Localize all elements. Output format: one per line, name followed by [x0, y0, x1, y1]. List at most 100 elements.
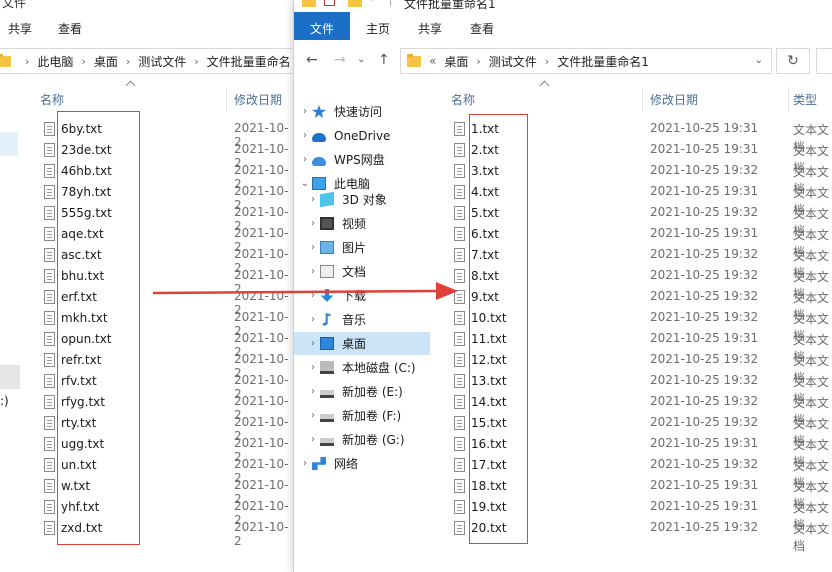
sidebar-item[interactable]: › 视频 [294, 212, 430, 235]
sidebar-item[interactable]: › 新加卷 (G:) [294, 428, 430, 451]
left-tab-view[interactable]: 查看 [50, 16, 90, 40]
chevron-right-icon[interactable]: › [298, 106, 312, 117]
breadcrumb-overflow[interactable]: « [429, 54, 436, 68]
text-file-icon [454, 184, 465, 199]
new-folder-icon[interactable] [348, 0, 362, 7]
sidebar-item[interactable]: › 音乐 [294, 308, 430, 331]
text-file-icon [44, 289, 55, 304]
tab-share[interactable]: 共享 [406, 12, 454, 40]
text-file-icon [454, 352, 465, 367]
sidebar-item[interactable]: › 网络 [294, 452, 430, 475]
chevron-right-icon[interactable]: › [306, 218, 320, 229]
recent-locations-icon[interactable]: ⌄ [357, 54, 365, 65]
text-file-icon [44, 394, 55, 409]
sidebar-item-label: OneDrive [334, 128, 391, 143]
tab-view[interactable]: 查看 [458, 12, 506, 40]
file-date: 2021-10-25 19:32 [650, 205, 759, 219]
text-file-icon [454, 268, 465, 283]
address-dropdown-icon[interactable]: ⌄ [755, 55, 763, 66]
file-type: 文本文档 [793, 522, 830, 553]
chevron-right-icon[interactable]: › [306, 338, 320, 349]
sidebar-item-label: 网络 [334, 457, 359, 471]
sidebar-item[interactable]: › 本地磁盘 (C:) [294, 356, 430, 379]
sidebar-item[interactable]: › 下载 [294, 284, 430, 307]
left-column-name[interactable]: 名称 [40, 91, 64, 108]
text-file-icon [44, 520, 55, 535]
left-breadcrumb-test-files[interactable]: 测试文件 [138, 53, 186, 70]
sidebar-item[interactable]: › WPS网盘 [294, 148, 430, 171]
sidebar-item[interactable]: › 桌面 [294, 332, 430, 355]
sidebar-item-label: 新加卷 (E:) [342, 385, 403, 399]
left-highlight-box [57, 111, 140, 545]
back-arrow-icon[interactable]: ← [306, 52, 318, 68]
chevron-right-icon[interactable]: › [306, 362, 320, 373]
left-breadcrumb-desktop[interactable]: 桌面 [94, 53, 118, 70]
chevron-right-icon[interactable]: › [306, 266, 320, 277]
folder-icon [407, 53, 421, 67]
sidebar-item[interactable]: › 3D 对象 [294, 188, 430, 211]
left-breadcrumb-this-pc[interactable]: 此电脑 [37, 53, 73, 70]
text-file-icon [44, 415, 55, 430]
text-file-icon [454, 121, 465, 136]
right-column-type[interactable]: 类型 [793, 91, 817, 108]
left-window-title-fragment: 文件 [2, 0, 27, 10]
file-date: 2021-10-25 19:32 [650, 457, 759, 471]
star-icon [312, 105, 326, 118]
chevron-right-icon[interactable]: › [306, 314, 320, 325]
text-file-icon [454, 310, 465, 325]
sidebar-item[interactable]: › 文档 [294, 260, 430, 283]
right-breadcrumb-desktop[interactable]: 桌面 [444, 53, 468, 70]
left-column-date[interactable]: 修改日期 [234, 91, 282, 108]
sidebar-item[interactable]: › 新加卷 (E:) [294, 380, 430, 403]
desktop-icon [320, 337, 334, 350]
sidebar-item[interactable]: › 图片 [294, 236, 430, 259]
text-file-icon [44, 268, 55, 283]
chevron-right-icon[interactable]: › [298, 458, 312, 469]
right-breadcrumb-test-files[interactable]: 测试文件 [489, 53, 537, 70]
text-file-icon [454, 499, 465, 514]
file-date: 2021-10-25 19:31 [650, 226, 759, 240]
up-arrow-icon[interactable]: ↑ [378, 52, 390, 68]
right-column-date[interactable]: 修改日期 [650, 91, 698, 108]
left-nav-stub [0, 132, 18, 156]
quick-access-dropdown-icon[interactable]: ▾ [370, 0, 375, 4]
refresh-icon[interactable]: ↻ [776, 48, 810, 74]
chevron-right-icon[interactable]: › [306, 290, 320, 301]
text-file-icon [44, 310, 55, 325]
music-icon [322, 313, 331, 326]
wps-cloud-icon [312, 156, 326, 166]
chevron-right-icon[interactable]: › [306, 242, 320, 253]
right-column-name[interactable]: 名称 [451, 91, 475, 108]
chevron-right-icon[interactable]: › [298, 154, 312, 165]
tab-file[interactable]: 文件 [294, 12, 351, 40]
text-file-icon [44, 226, 55, 241]
network-icon [312, 457, 326, 470]
sidebar-item[interactable]: › 新加卷 (F:) [294, 404, 430, 427]
search-box-edge[interactable] [816, 48, 832, 74]
left-address-bar[interactable]: › 此电脑 › 桌面 › 测试文件 › 文件批量重命名 [0, 48, 292, 74]
tab-home[interactable]: 主页 [354, 12, 402, 40]
left-breadcrumb-rename-folder[interactable]: 文件批量重命名 [207, 53, 291, 70]
text-file-icon [44, 499, 55, 514]
properties-icon[interactable] [324, 0, 335, 6]
text-file-icon [454, 373, 465, 388]
chevron-right-icon[interactable]: › [306, 386, 320, 397]
chevron-right-icon[interactable]: › [306, 194, 320, 205]
file-date: 2021-10-25 19:31 [650, 478, 759, 492]
file-date: 2021-10-25 19:32 [650, 310, 759, 324]
right-address-bar[interactable]: « 桌面 › 测试文件 › 文件批量重命名1 ⌄ [400, 48, 772, 74]
sidebar-item[interactable]: › OneDrive [294, 124, 430, 147]
file-date: 2021-10-25 19:32 [650, 247, 759, 261]
text-file-icon [44, 352, 55, 367]
sort-ascending-icon [126, 82, 136, 88]
column-divider [226, 88, 227, 112]
breadcrumb-separator-icon: › [544, 54, 550, 68]
forward-arrow-icon[interactable]: → [334, 52, 346, 68]
right-breadcrumb-rename-folder[interactable]: 文件批量重命名1 [557, 53, 649, 70]
left-tab-share[interactable]: 共享 [0, 16, 40, 40]
chevron-right-icon[interactable]: › [306, 434, 320, 445]
sidebar-item[interactable]: › 快速访问 [294, 100, 430, 123]
chevron-right-icon[interactable]: › [306, 410, 320, 421]
chevron-right-icon[interactable]: › [298, 130, 312, 141]
text-file-icon [454, 457, 465, 472]
